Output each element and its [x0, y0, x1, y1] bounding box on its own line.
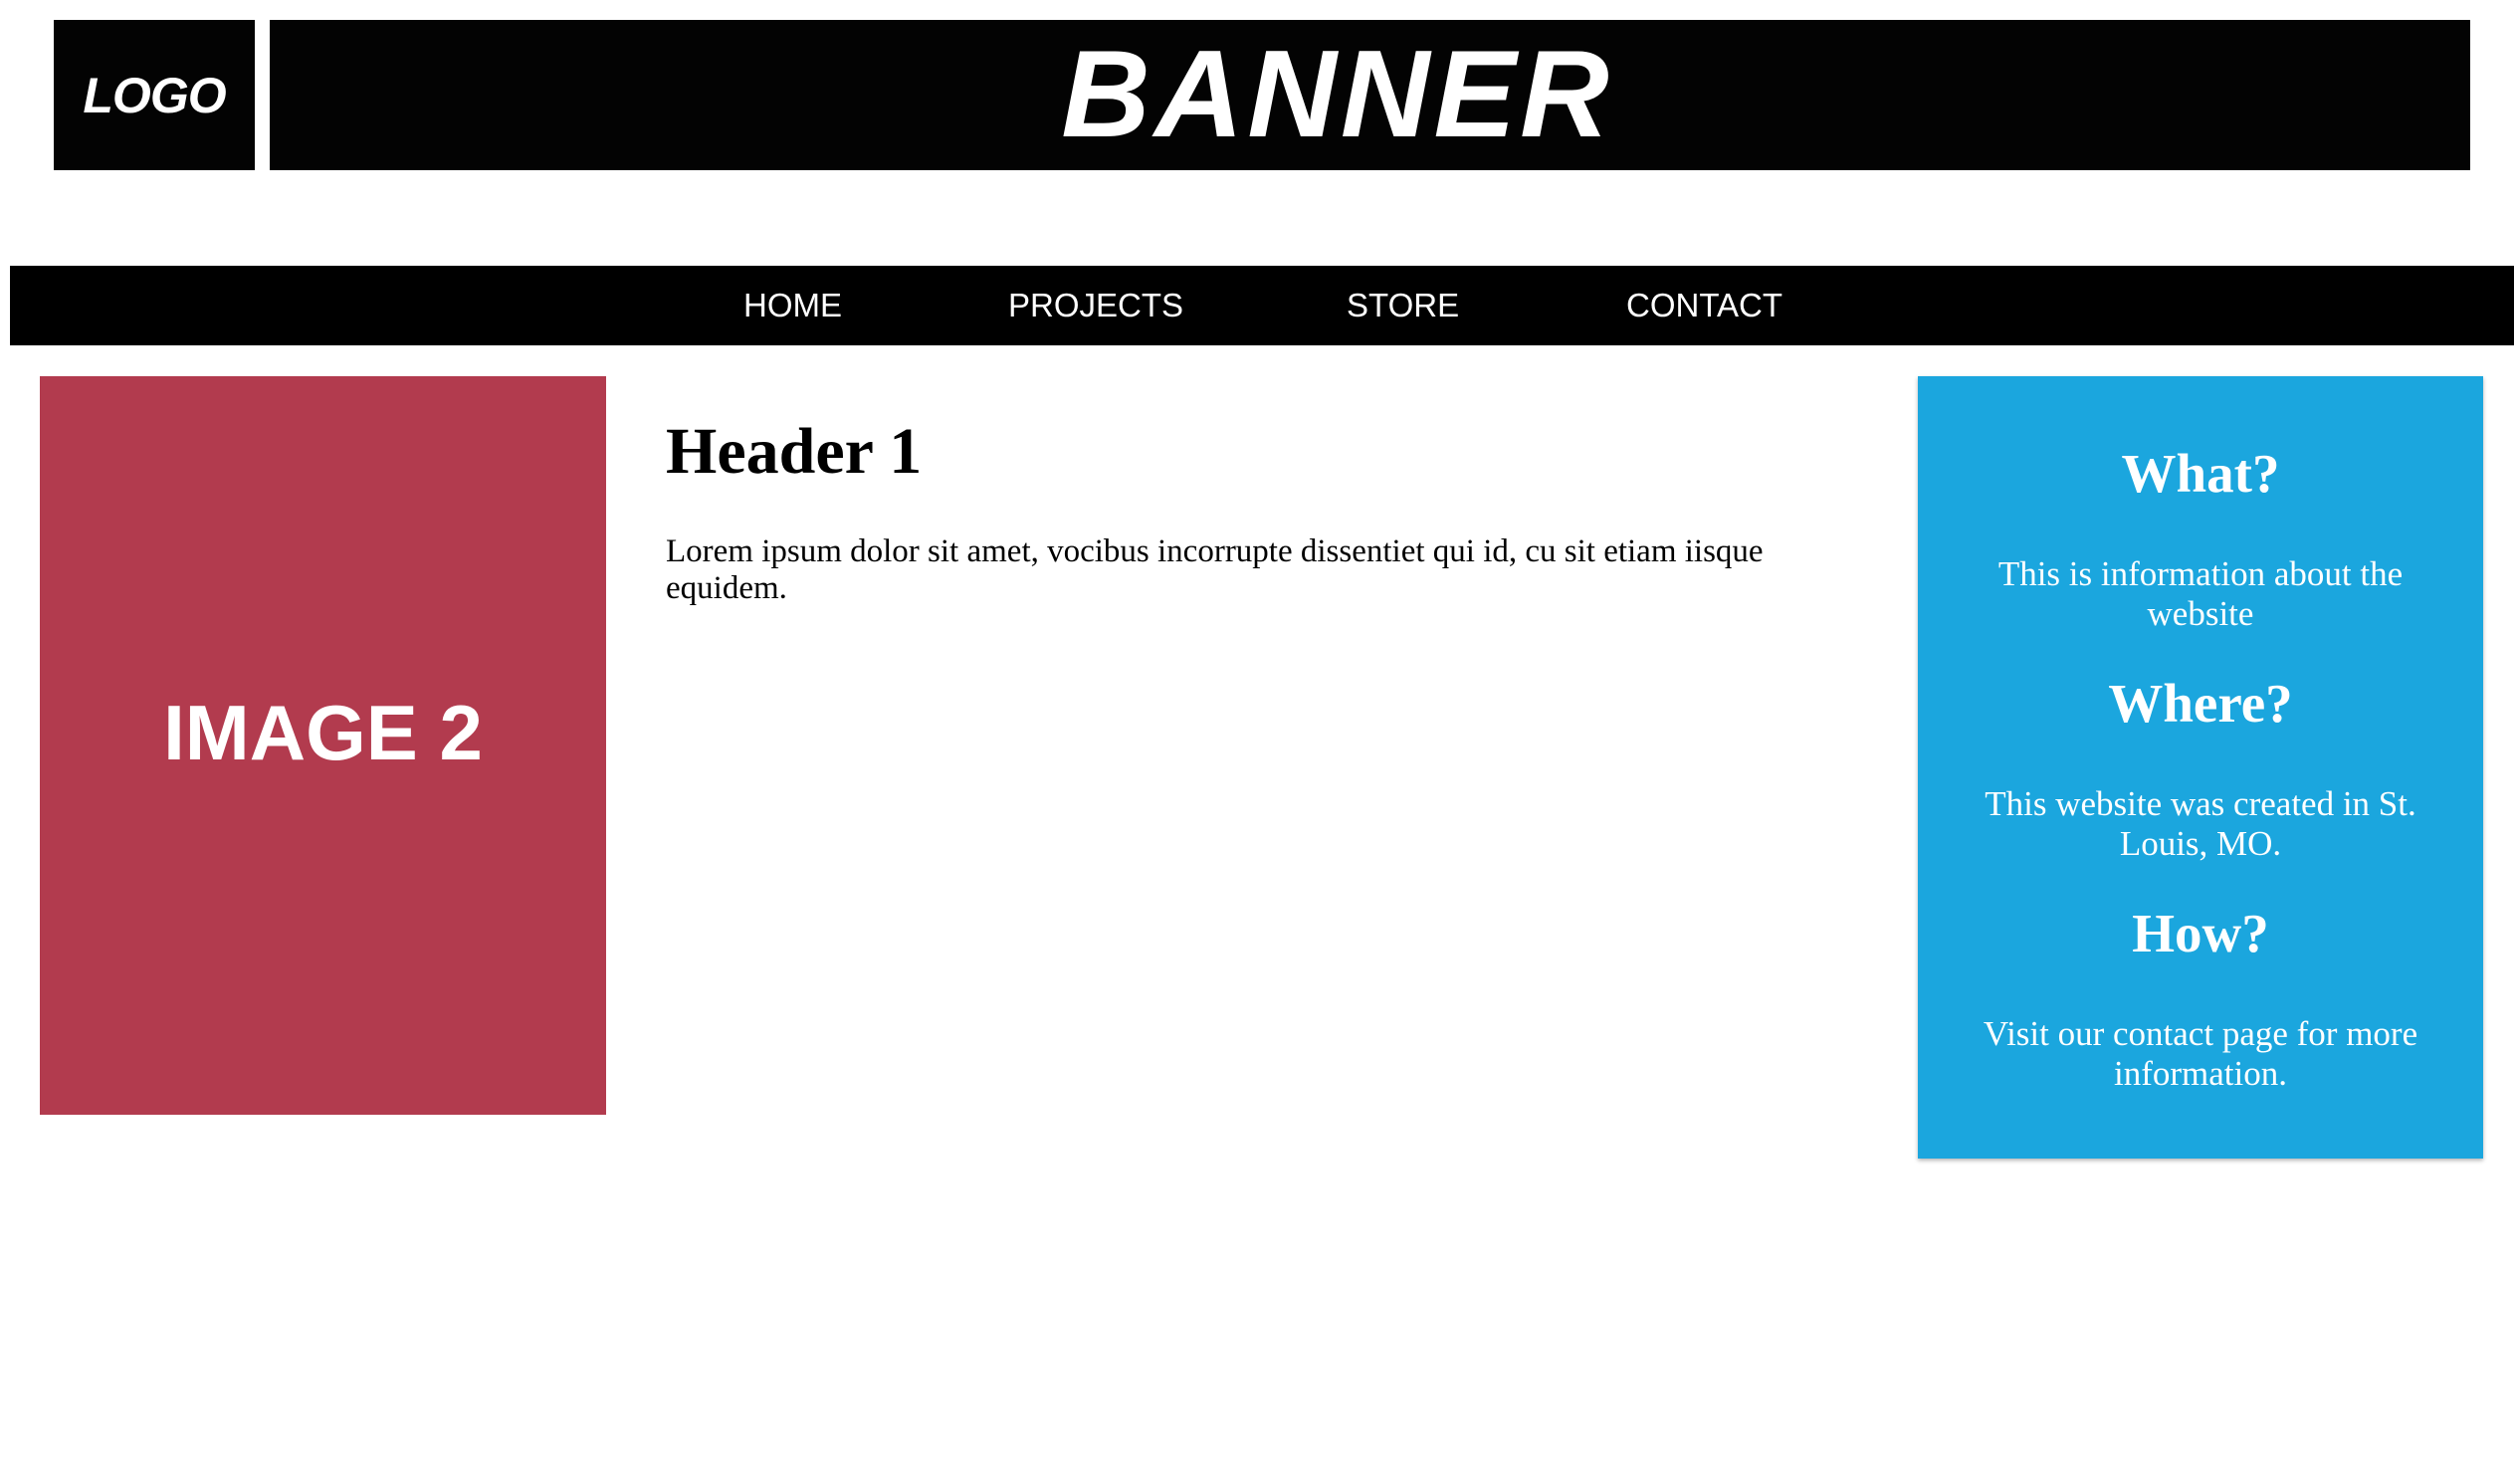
banner: BANNER [270, 20, 2470, 170]
sidebar-text-where: This website was created in St. Louis, M… [1985, 784, 2416, 863]
sidebar-heading-what: What? [2121, 443, 2280, 504]
body-text: Lorem ipsum dolor sit amet, vocibus inco… [666, 533, 1764, 606]
image-placeholder: IMAGE 2 [40, 376, 606, 1115]
logo-text: LOGO [83, 67, 226, 123]
sidebar-heading-how: How? [2132, 903, 2269, 963]
nav-item-projects[interactable]: PROJECTS [1008, 266, 1183, 345]
sidebar-heading-where: Where? [2108, 673, 2293, 734]
banner-text: BANNER [1061, 25, 1613, 163]
page-title: Header 1 [666, 415, 923, 488]
nav-item-contact[interactable]: CONTACT [1626, 266, 1782, 345]
image-label: IMAGE 2 [163, 688, 483, 776]
info-sidebar: What? This is information about the webs… [1918, 376, 2483, 1159]
logo[interactable]: LOGO [54, 20, 255, 170]
sidebar-text-what: This is information about the website [1997, 554, 2404, 633]
sidebar-text-how: Visit our contact page for more informat… [1983, 1014, 2418, 1093]
nav-item-home[interactable]: HOME [743, 266, 842, 345]
nav-bar: HOME PROJECTS STORE CONTACT [10, 266, 2514, 345]
nav-item-store[interactable]: STORE [1347, 266, 1459, 345]
